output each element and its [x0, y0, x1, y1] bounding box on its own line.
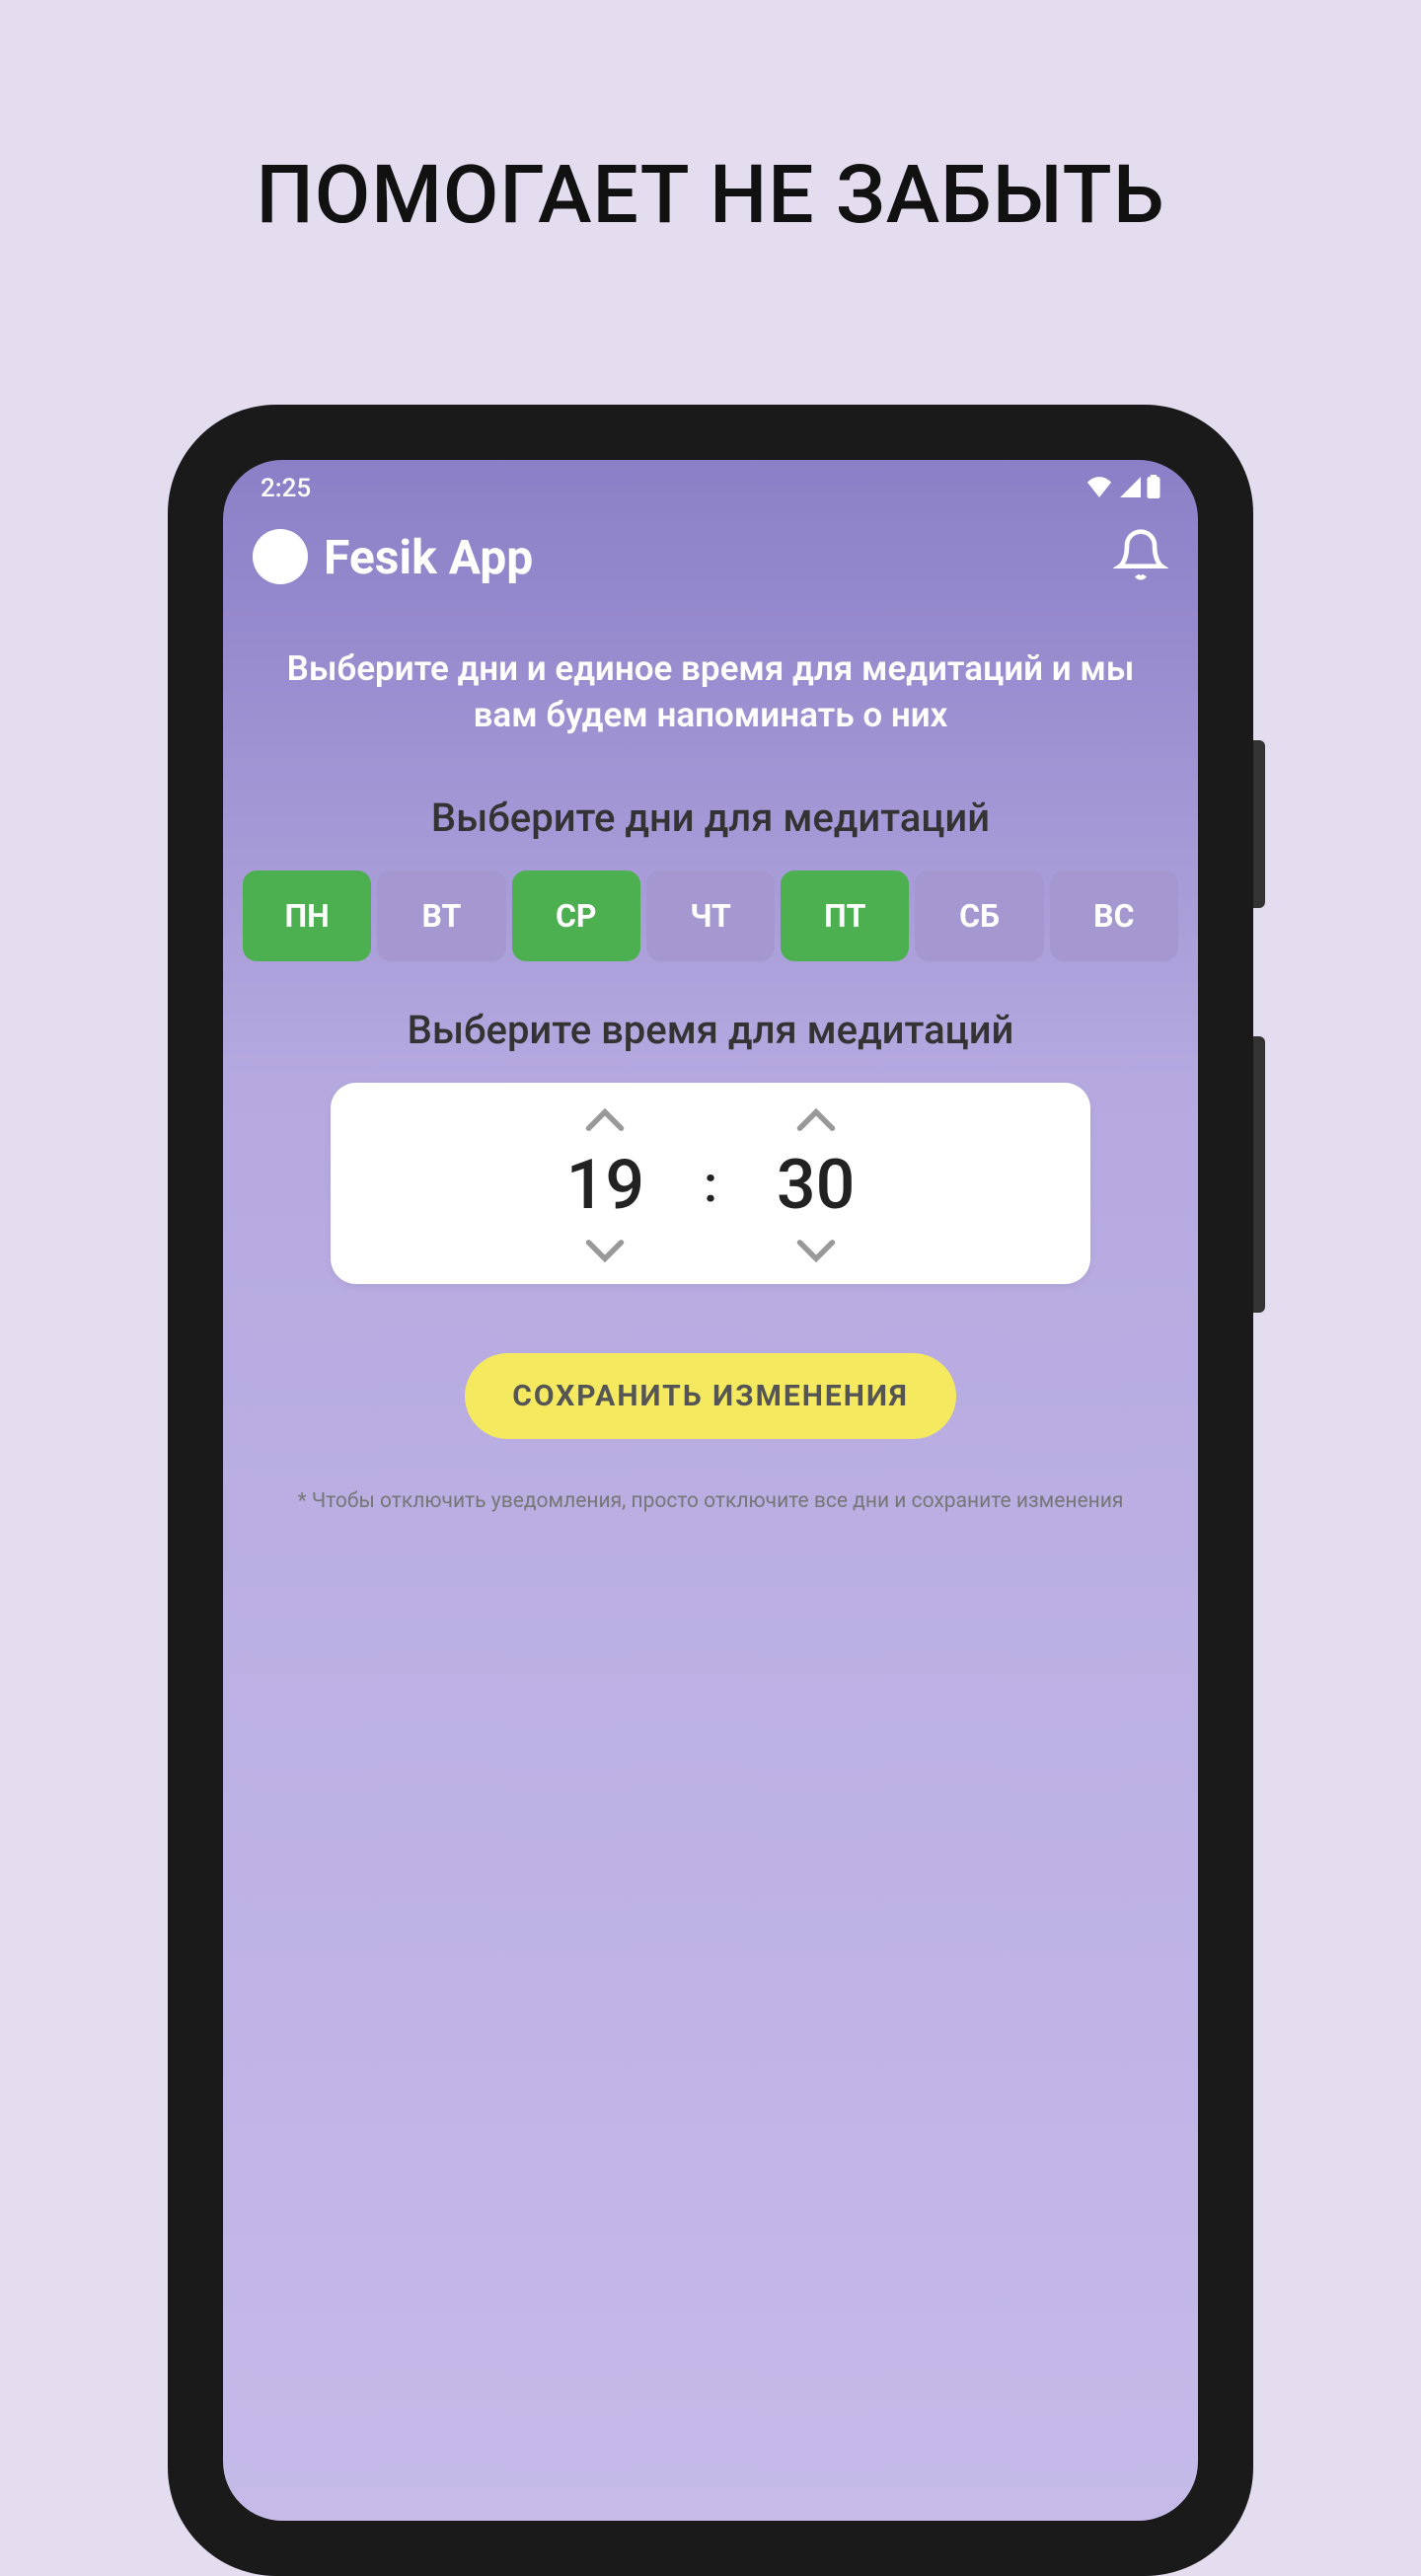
- footnote-text: * Чтобы отключить уведомления, просто от…: [223, 1439, 1198, 1518]
- intro-text: Выберите дни и единое время для медитаци…: [223, 606, 1198, 759]
- day-btn-wed[interactable]: СР: [512, 871, 640, 961]
- time-section-title: Выберите время для медитаций: [223, 1007, 1198, 1053]
- time-picker: 19 : 30: [331, 1083, 1090, 1284]
- app-brand: Fesik App: [253, 529, 533, 585]
- app-logo-icon: [253, 529, 308, 584]
- cell-signal-icon: [1119, 476, 1141, 501]
- app-header: Fesik App: [223, 509, 1198, 606]
- bell-icon[interactable]: [1113, 527, 1168, 586]
- days-section-title: Выберите дни для медитаций: [223, 795, 1198, 841]
- day-btn-sat[interactable]: СБ: [915, 871, 1043, 961]
- phone-screen: 2:25 Fesik App: [223, 460, 1198, 2521]
- status-bar: 2:25: [223, 460, 1198, 509]
- days-row: ПН ВТ СР ЧТ ПТ СБ ВС: [223, 841, 1198, 971]
- hour-up-icon[interactable]: [583, 1104, 627, 1134]
- hour-down-icon[interactable]: [583, 1237, 627, 1266]
- phone-frame: 2:25 Fesik App: [168, 405, 1253, 2576]
- time-separator: :: [704, 1157, 717, 1214]
- day-btn-tue[interactable]: ВТ: [377, 871, 505, 961]
- page-title: ПОМОГАЕТ НЕ ЗАБЫТЬ: [0, 0, 1421, 243]
- day-btn-sun[interactable]: ВС: [1050, 871, 1178, 961]
- save-button[interactable]: СОХРАНИТЬ ИЗМЕНЕНИЯ: [465, 1353, 956, 1439]
- day-btn-thu[interactable]: ЧТ: [646, 871, 775, 961]
- day-btn-fri[interactable]: ПТ: [781, 871, 909, 961]
- hour-column: 19: [566, 1104, 645, 1266]
- app-name: Fesik App: [324, 529, 533, 585]
- status-icons: [1085, 475, 1160, 502]
- wifi-icon: [1085, 476, 1113, 501]
- phone-side-button: [1253, 740, 1265, 908]
- minute-column: 30: [777, 1104, 856, 1266]
- day-btn-mon[interactable]: ПН: [243, 871, 371, 961]
- phone-bezel: 2:25 Fesik App: [197, 434, 1224, 2546]
- minute-up-icon[interactable]: [794, 1104, 838, 1134]
- phone-side-button: [1253, 1036, 1265, 1313]
- battery-icon: [1147, 475, 1160, 502]
- status-time: 2:25: [261, 474, 311, 503]
- hour-value[interactable]: 19: [566, 1140, 645, 1231]
- minute-down-icon[interactable]: [794, 1237, 838, 1266]
- minute-value[interactable]: 30: [777, 1140, 856, 1231]
